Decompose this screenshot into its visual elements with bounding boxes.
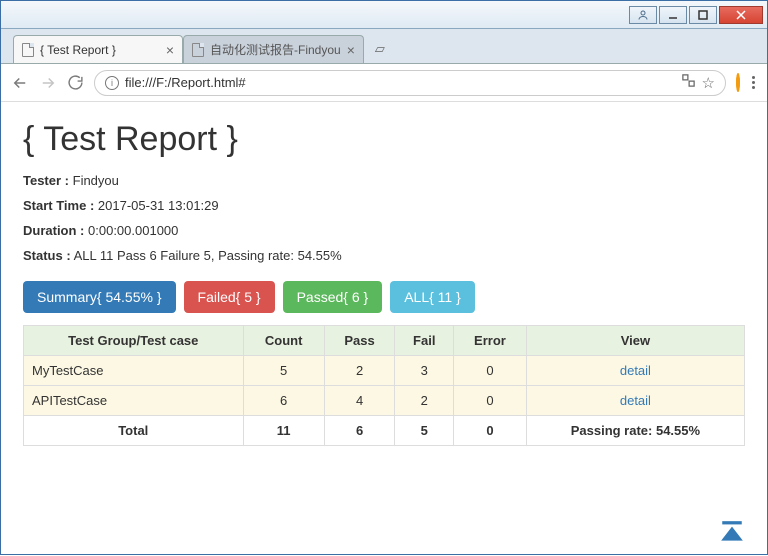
meta-status: Status : ALL 11 Pass 6 Failure 5, Passin… — [23, 248, 745, 263]
cell-pass: 4 — [324, 386, 395, 416]
col-pass: Pass — [324, 326, 395, 356]
table-row: APITestCase 6 4 2 0 detail — [24, 386, 745, 416]
cell-error: 0 — [454, 386, 527, 416]
page-content: { Test Report } Tester : Findyou Start T… — [1, 102, 767, 556]
failed-button[interactable]: Failed{ 5 } — [184, 281, 275, 313]
window-close-button[interactable] — [719, 6, 763, 24]
meta-duration: Duration : 0:00:00.001000 — [23, 223, 745, 238]
url-text: file:///F:/Report.html# — [125, 75, 675, 90]
col-fail: Fail — [395, 326, 454, 356]
detail-link[interactable]: detail — [620, 393, 651, 408]
cell-count: 6 — [243, 386, 324, 416]
col-group: Test Group/Test case — [24, 326, 244, 356]
cell-name: MyTestCase — [24, 356, 244, 386]
bookmark-star-icon[interactable]: ☆ — [702, 74, 715, 92]
reload-button[interactable] — [67, 74, 84, 91]
window-titlebar — [1, 1, 767, 29]
window-minimize-button[interactable] — [659, 6, 687, 24]
tab-title: { Test Report } — [40, 43, 160, 57]
cell-fail: 2 — [395, 386, 454, 416]
total-fail: 5 — [395, 416, 454, 446]
tab-close-icon[interactable]: × — [347, 42, 355, 58]
tab-close-icon[interactable]: × — [166, 42, 174, 58]
browser-menu-button[interactable] — [750, 74, 757, 91]
extension-icon[interactable] — [736, 75, 740, 90]
total-error: 0 — [454, 416, 527, 446]
file-icon — [22, 43, 34, 57]
summary-button[interactable]: Summary{ 54.55% } — [23, 281, 176, 313]
total-pass: 6 — [324, 416, 395, 446]
file-icon — [192, 43, 204, 57]
col-view: View — [526, 326, 744, 356]
browser-tabstrip: { Test Report } × 自动化测试报告-Findyou × ▱ — [1, 29, 767, 64]
browser-tab-active[interactable]: { Test Report } × — [13, 35, 183, 63]
window-maximize-button[interactable] — [689, 6, 717, 24]
table-total-row: Total 11 6 5 0 Passing rate: 54.55% — [24, 416, 745, 446]
cell-error: 0 — [454, 356, 527, 386]
col-error: Error — [454, 326, 527, 356]
translate-icon[interactable] — [681, 73, 696, 92]
total-rate: Passing rate: 54.55% — [526, 416, 744, 446]
table-row: MyTestCase 5 2 3 0 detail — [24, 356, 745, 386]
cell-fail: 3 — [395, 356, 454, 386]
browser-toolbar: i file:///F:/Report.html# ☆ — [1, 64, 767, 102]
meta-start-time: Start Time : 2017-05-31 13:01:29 — [23, 198, 745, 213]
total-label: Total — [24, 416, 244, 446]
cell-name: APITestCase — [24, 386, 244, 416]
site-info-icon[interactable]: i — [105, 76, 119, 90]
scroll-to-top-button[interactable] — [719, 521, 745, 546]
address-bar[interactable]: i file:///F:/Report.html# ☆ — [94, 70, 726, 96]
col-count: Count — [243, 326, 324, 356]
cell-pass: 2 — [324, 356, 395, 386]
results-table: Test Group/Test case Count Pass Fail Err… — [23, 325, 745, 446]
cell-view: detail — [526, 386, 744, 416]
all-button[interactable]: ALL{ 11 } — [390, 281, 475, 313]
tab-title: 自动化测试报告-Findyou — [210, 41, 341, 58]
cell-count: 5 — [243, 356, 324, 386]
new-tab-button[interactable]: ▱ — [368, 39, 392, 59]
window-user-button[interactable] — [629, 6, 657, 24]
meta-tester: Tester : Findyou — [23, 173, 745, 188]
back-button[interactable] — [11, 74, 29, 92]
forward-button[interactable] — [39, 74, 57, 92]
cell-view: detail — [526, 356, 744, 386]
passed-button[interactable]: Passed{ 6 } — [283, 281, 383, 313]
browser-tab-inactive[interactable]: 自动化测试报告-Findyou × — [183, 35, 364, 63]
table-header-row: Test Group/Test case Count Pass Fail Err… — [24, 326, 745, 356]
page-title: { Test Report } — [23, 120, 745, 159]
filter-buttons: Summary{ 54.55% } Failed{ 5 } Passed{ 6 … — [23, 281, 745, 313]
total-count: 11 — [243, 416, 324, 446]
detail-link[interactable]: detail — [620, 363, 651, 378]
